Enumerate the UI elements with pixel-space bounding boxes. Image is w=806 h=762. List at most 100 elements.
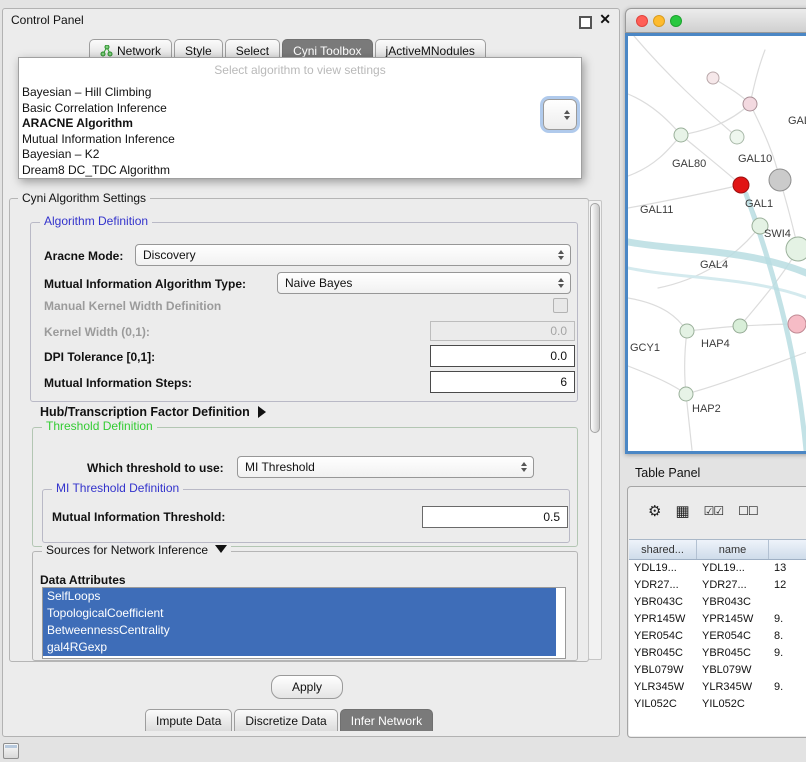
table-toolbar: ⚙ ▦ ☑☑ ☐☐ <box>628 493 758 529</box>
cell: 9. <box>769 645 806 662</box>
gear-icon[interactable]: ⚙ <box>648 502 660 520</box>
mi-threshold-value: 0.5 <box>543 510 560 524</box>
table-header-shared-name[interactable]: shared... <box>629 540 697 559</box>
dpi-tolerance-label: DPI Tolerance [0,1]: <box>44 350 155 364</box>
mi-threshold-definition-title: MI Threshold Definition <box>52 481 183 495</box>
list-item[interactable]: TopologicalCoefficient <box>43 605 556 622</box>
network-node[interactable] <box>707 72 719 84</box>
table-row[interactable]: YBR045CYBR045C9. <box>629 645 806 662</box>
list-item[interactable]: gal4RGexp <box>43 639 556 656</box>
mi-algorithm-type-select[interactable]: Naive Bayes <box>277 272 571 294</box>
network-node[interactable] <box>788 315 806 333</box>
hub-tf-definition-label: Hub/Transcription Factor Definition <box>40 405 250 419</box>
mi-steps-field[interactable]: 6 <box>430 371 575 393</box>
table-row[interactable]: YER054CYER054C8. <box>629 628 806 645</box>
table-row[interactable]: YLR345WYLR345W9. <box>629 679 806 696</box>
algorithm-option[interactable]: Bayesian – K2 <box>19 147 581 163</box>
manual-kernel-width-checkbox[interactable] <box>553 298 568 313</box>
which-threshold-select[interactable]: MI Threshold <box>237 456 534 478</box>
cell <box>769 594 806 611</box>
table-row[interactable]: YBR043CYBR043C <box>629 594 806 611</box>
cell: 12 <box>769 577 806 594</box>
settings-scrollbar-thumb[interactable] <box>590 203 600 433</box>
combo-arrows-icon <box>521 462 527 472</box>
cyni-algorithm-settings-group: Cyni Algorithm Settings Algorithm Defini… <box>9 198 589 662</box>
network-node[interactable] <box>786 237 806 261</box>
tab-discretize-data-label: Discretize Data <box>245 714 326 728</box>
algorithm-option[interactable]: Dream8 DC_TDC Algorithm <box>19 163 581 179</box>
kernel-width-value: 0.0 <box>550 324 567 338</box>
apply-button-label: Apply <box>292 680 322 694</box>
apply-button[interactable]: Apply <box>271 675 343 699</box>
network-node[interactable] <box>743 97 757 111</box>
table-row[interactable]: YDL19...YDL19...13 <box>629 560 806 577</box>
network-node[interactable] <box>679 387 693 401</box>
which-threshold-label: Which threshold to use: <box>87 461 224 475</box>
mi-threshold-field[interactable]: 0.5 <box>422 506 568 528</box>
cell <box>769 696 806 713</box>
hub-tf-definition-toggle[interactable]: Hub/Transcription Factor Definition <box>40 405 266 419</box>
cell: 9. <box>769 679 806 696</box>
table-row[interactable]: YPR145WYPR145W9. <box>629 611 806 628</box>
algorithm-option-selected[interactable]: ARACNE Algorithm <box>19 116 581 132</box>
window-close-icon[interactable] <box>636 15 648 27</box>
table-row[interactable]: YDR27...YDR27...12 <box>629 577 806 594</box>
network-node[interactable] <box>769 169 791 191</box>
window-zoom-icon[interactable] <box>670 15 682 27</box>
network-node[interactable] <box>730 130 744 144</box>
node-label: HAP2 <box>692 403 721 415</box>
list-item[interactable]: BetweennessCentrality <box>43 622 556 639</box>
network-node[interactable] <box>674 128 688 142</box>
list-item[interactable]: SelfLoops <box>43 588 556 605</box>
network-node[interactable] <box>733 319 747 333</box>
tab-discretize-data[interactable]: Discretize Data <box>234 709 337 731</box>
algorithm-option[interactable]: Bayesian – Hill Climbing <box>19 85 581 101</box>
tab-impute-data[interactable]: Impute Data <box>145 709 232 731</box>
algorithm-combobox-arrow-button[interactable] <box>543 99 577 130</box>
network-node[interactable] <box>680 324 694 338</box>
algorithm-option[interactable]: Mutual Information Inference <box>19 132 581 148</box>
network-graph: GAL80 GAL10 GAL11 GAL1 SWI4 GAL4 GCY1 HA… <box>628 36 806 451</box>
tab-cyni-toolbox-label: Cyni Toolbox <box>293 44 361 58</box>
node-label: GAL80 <box>672 158 706 170</box>
table-row[interactable]: YIL052CYIL052C <box>629 696 806 713</box>
network-node-selected-red[interactable] <box>733 177 749 193</box>
dpi-tolerance-field[interactable]: 0.0 <box>430 345 575 367</box>
tab-select-label: Select <box>236 44 269 58</box>
algorithm-option[interactable]: Basic Correlation Inference <box>19 101 581 117</box>
threshold-definition-title: Threshold Definition <box>42 419 157 433</box>
data-attributes-list[interactable]: SelfLoops TopologicalCoefficient Between… <box>42 587 566 659</box>
cell: YBR043C <box>629 594 697 611</box>
table-row[interactable]: YBL079WYBL079W <box>629 662 806 679</box>
minimized-panel-icon[interactable] <box>3 743 19 759</box>
kernel-width-field[interactable]: 0.0 <box>430 321 575 341</box>
screen: Control Panel ✕ Network Style Select Cyn… <box>0 0 806 762</box>
aracne-mode-select[interactable]: Discovery <box>135 244 571 266</box>
expand-right-icon <box>258 406 266 418</box>
control-panel-window: Control Panel ✕ Network Style Select Cyn… <box>2 8 620 737</box>
cell: YIL052C <box>629 696 697 713</box>
cell: YPR145W <box>697 611 769 628</box>
cell: YBL079W <box>629 662 697 679</box>
tab-infer-network[interactable]: Infer Network <box>340 709 433 731</box>
sources-group-title[interactable]: Sources for Network Inference <box>42 543 231 557</box>
select-all-columns-icon[interactable]: ☑☑ <box>704 504 724 518</box>
float-window-icon[interactable] <box>579 16 592 29</box>
table-header-name[interactable]: name <box>697 540 769 559</box>
data-attributes-label: Data Attributes <box>40 573 126 587</box>
cell: YBL079W <box>697 662 769 679</box>
node-label: GAL11 <box>640 204 673 216</box>
network-canvas[interactable]: GAL80 GAL10 GAL11 GAL1 SWI4 GAL4 GCY1 HA… <box>625 33 806 454</box>
cell: YDL19... <box>697 560 769 577</box>
settings-scrollbar[interactable] <box>588 200 602 660</box>
window-minimize-icon[interactable] <box>653 15 665 27</box>
network-window-titlebar[interactable] <box>625 8 806 33</box>
unselect-all-columns-icon[interactable]: ☐☐ <box>738 504 758 518</box>
sources-group-title-text: Sources for Network Inference <box>46 543 208 557</box>
columns-icon[interactable]: ▦ <box>675 502 688 520</box>
table-header-extra[interactable] <box>769 540 806 559</box>
cell: YDR27... <box>629 577 697 594</box>
node-label: GAL1 <box>745 198 773 210</box>
close-icon[interactable]: ✕ <box>599 11 611 28</box>
cell: YER054C <box>697 628 769 645</box>
